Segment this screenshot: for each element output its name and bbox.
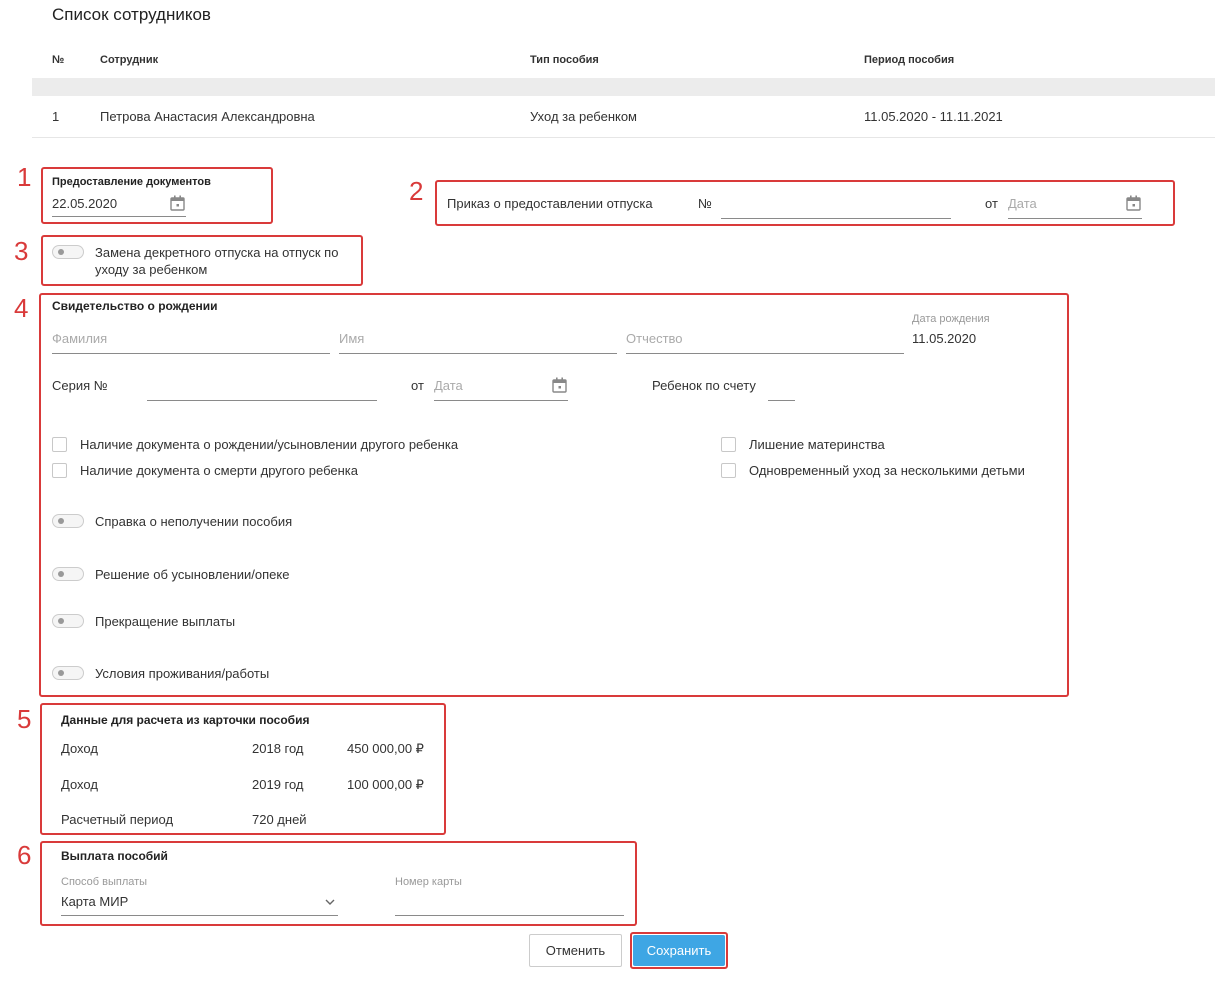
order-label: Приказ о предоставлении отпуска [447, 196, 653, 211]
row-benefit-type: Уход за ребенком [530, 109, 637, 124]
replacement-section [41, 235, 363, 286]
simultaneous-care-checkbox[interactable] [721, 463, 736, 478]
card-number-input[interactable] [395, 894, 624, 914]
deprivation-maternity-checkbox[interactable] [721, 437, 736, 452]
child-count-label: Ребенок по счету [652, 378, 756, 393]
first-name-underline [339, 353, 617, 354]
row-benefit-period: 11.05.2020 - 11.11.2021 [864, 109, 1003, 124]
certificate-date-input[interactable]: Дата [434, 378, 463, 393]
marker-1: 1 [17, 162, 32, 192]
simultaneous-care-label: Одновременный уход за несколькими детьми [749, 463, 1025, 478]
replacement-label-line2: уходу за ребенком [95, 262, 208, 277]
adoption-decision-label: Решение об усыновлении/опеке [95, 567, 290, 582]
marker-4: 4 [14, 293, 29, 323]
series-label: Серия № [52, 378, 108, 393]
birth-date-label: Дата рождения [912, 313, 990, 325]
order-date-underline [1008, 218, 1142, 219]
order-number-input[interactable] [721, 194, 951, 218]
other-child-death-doc-label: Наличие документа о смерти другого ребен… [80, 463, 359, 478]
calculation-title: Данные для расчета из карточки пособия [61, 713, 310, 727]
calc-row-label: Доход [61, 741, 98, 756]
payment-method-underline [61, 915, 338, 916]
save-button[interactable]: Сохранить [633, 935, 725, 966]
page-title: Список сотрудников [52, 5, 211, 24]
order-from-label: от [985, 196, 998, 211]
table-row[interactable]: 1 Петрова Анастасия Александровна Уход з… [32, 97, 1215, 137]
no-benefit-certificate-toggle[interactable] [52, 514, 84, 528]
calc-row-days: 720 дней [252, 812, 307, 827]
calc-row-label: Расчетный период [61, 812, 174, 827]
order-number-label: № [698, 196, 712, 211]
other-child-birth-doc-checkbox[interactable] [52, 437, 67, 452]
deprivation-maternity-label: Лишение материнства [749, 437, 885, 452]
row-number: 1 [52, 109, 60, 124]
patronymic-input[interactable]: Отчество [626, 331, 683, 346]
marker-5: 5 [17, 704, 32, 734]
calc-row-year: 2018 год [252, 741, 304, 756]
birth-certificate-title: Свидетельство о рождении [52, 299, 218, 313]
table-header-divider [32, 78, 1215, 96]
column-header-employee: Сотрудник [100, 54, 159, 66]
chevron-down-icon[interactable] [324, 898, 336, 906]
payment-termination-label: Прекращение выплаты [95, 614, 236, 629]
payment-method-label: Способ выплаты [61, 876, 148, 888]
last-name-input[interactable]: Фамилия [52, 331, 107, 346]
payment-title: Выплата пособий [61, 849, 168, 863]
calendar-icon[interactable] [552, 377, 567, 393]
calc-row-amount: 100 000,00 ₽ [347, 777, 424, 792]
marker-2: 2 [409, 176, 424, 206]
calc-row-year: 2019 год [252, 777, 304, 792]
documents-date-field[interactable]: 22.05.2020 [52, 196, 117, 211]
replacement-toggle[interactable] [52, 245, 84, 259]
calc-row-label: Доход [61, 777, 98, 792]
payment-termination-toggle[interactable] [52, 614, 84, 628]
marker-3: 3 [14, 236, 29, 266]
adoption-decision-toggle[interactable] [52, 567, 84, 581]
documents-date-underline [52, 216, 186, 217]
column-header-benefit-type: Тип пособия [530, 54, 599, 66]
row-divider [32, 137, 1215, 138]
column-header-number: № [52, 54, 65, 66]
column-header-benefit-period: Период пособия [864, 54, 955, 66]
living-conditions-label: Условия проживания/работы [95, 666, 270, 681]
living-conditions-toggle[interactable] [52, 666, 84, 680]
order-number-underline [721, 218, 951, 219]
child-count-input[interactable] [768, 376, 795, 400]
no-benefit-certificate-label: Справка о неполучении пособия [95, 514, 293, 529]
other-child-death-doc-checkbox[interactable] [52, 463, 67, 478]
last-name-underline [52, 353, 330, 354]
series-underline [147, 400, 377, 401]
order-date-input[interactable]: Дата [1008, 196, 1037, 211]
card-number-underline [395, 915, 624, 916]
payment-method-select[interactable]: Карта МИР [61, 894, 128, 909]
birth-date-value[interactable]: 11.05.2020 [912, 331, 976, 346]
series-input[interactable] [147, 376, 377, 400]
first-name-input[interactable]: Имя [339, 331, 364, 346]
cancel-button[interactable]: Отменить [529, 934, 622, 967]
row-employee: Петрова Анастасия Александровна [100, 109, 315, 124]
documents-label: Предоставление документов [52, 176, 211, 188]
child-count-underline [768, 400, 795, 401]
marker-6: 6 [17, 840, 32, 870]
certificate-from-label: от [411, 378, 424, 393]
other-child-birth-doc-label: Наличие документа о рождении/усыновлении… [80, 437, 459, 452]
calendar-icon[interactable] [170, 195, 185, 211]
card-number-label: Номер карты [395, 876, 462, 888]
calc-row-amount: 450 000,00 ₽ [347, 741, 424, 756]
patronymic-underline [626, 353, 904, 354]
replacement-label-line1: Замена декретного отпуска на отпуск по [95, 245, 339, 260]
certificate-date-underline [434, 400, 568, 401]
calendar-icon[interactable] [1126, 195, 1141, 211]
